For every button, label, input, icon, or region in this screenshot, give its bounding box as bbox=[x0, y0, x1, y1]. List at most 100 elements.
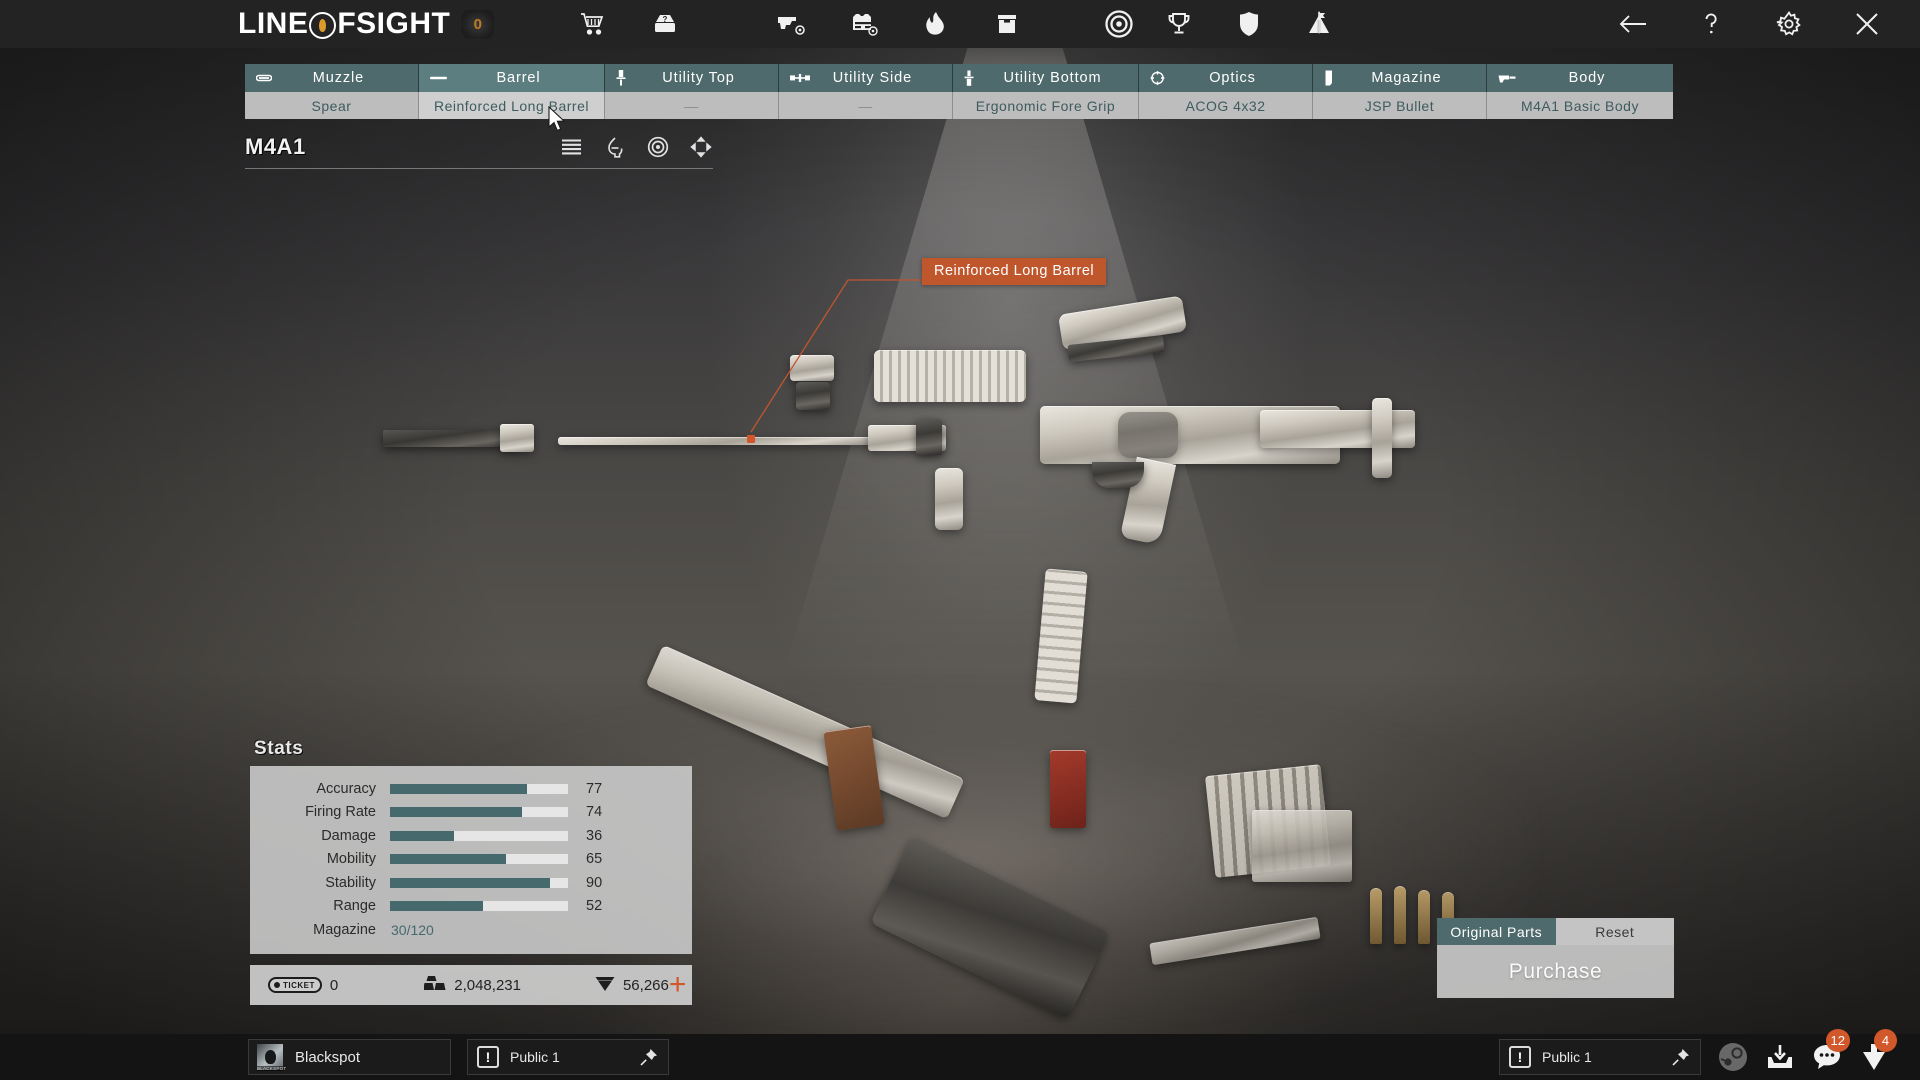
attachment-slot-magazine[interactable]: Magazine JSP Bullet bbox=[1312, 64, 1487, 119]
scene-prop-crate bbox=[1252, 810, 1352, 882]
camp-icon[interactable] bbox=[1302, 7, 1336, 41]
slot-title: Utility Top bbox=[662, 70, 735, 86]
sight-icon[interactable] bbox=[645, 135, 670, 160]
slot-header-barrel[interactable]: Barrel bbox=[418, 64, 606, 92]
channel-chip-left[interactable]: ! Public 1 bbox=[467, 1039, 669, 1075]
attachment-slot-barrel[interactable]: Barrel Reinforced Long Barrel bbox=[418, 64, 606, 119]
stat-value: 30/120 bbox=[391, 921, 434, 938]
chat-icon[interactable]: 12 bbox=[1811, 1029, 1850, 1073]
friends-icon[interactable]: 4 bbox=[1858, 1029, 1897, 1073]
scene-prop-ammo-box-2 bbox=[1050, 750, 1086, 828]
slot-value[interactable]: Spear bbox=[245, 92, 419, 119]
nav-group-social bbox=[1162, 7, 1336, 41]
pin-icon[interactable] bbox=[640, 1048, 658, 1066]
slot-value[interactable]: Ergonomic Fore Grip bbox=[952, 92, 1140, 119]
settings-gear-icon[interactable] bbox=[1772, 7, 1806, 41]
slot-header-utility-side[interactable]: Utility Side bbox=[778, 64, 953, 92]
stat-value: 65 bbox=[586, 851, 603, 868]
stat-bar-fill bbox=[390, 854, 506, 865]
slot-header-utility-bottom[interactable]: Utility Bottom bbox=[952, 64, 1140, 92]
attachment-slot-utility-bottom[interactable]: Utility Bottom Ergonomic Fore Grip bbox=[952, 64, 1140, 119]
scene-prop-bandolier bbox=[1204, 764, 1332, 878]
pin-icon[interactable] bbox=[1672, 1048, 1690, 1066]
attachment-slot-utility-top[interactable]: Utility Top — bbox=[605, 64, 779, 119]
inventory-box-icon[interactable] bbox=[990, 7, 1024, 41]
slot-header-body[interactable]: Body bbox=[1486, 64, 1674, 92]
close-icon[interactable] bbox=[1850, 7, 1884, 41]
scene-prop-ammo-box-1 bbox=[823, 725, 885, 831]
gold-value: 2,048,231 bbox=[454, 976, 521, 994]
currency-ticket: TICKET 0 bbox=[268, 977, 338, 994]
stat-row-accuracy: Accuracy 77 bbox=[250, 777, 692, 801]
steam-icon[interactable] bbox=[1717, 1041, 1749, 1073]
attachment-slot-muzzle[interactable]: Muzzle Spear bbox=[245, 64, 419, 119]
stat-bar bbox=[390, 854, 568, 865]
weapon-name: M4A1 bbox=[245, 134, 306, 159]
stat-label: Accuracy bbox=[316, 780, 376, 797]
game-window: LINE F SIGHT 0 ? Muzzle Spear Barrel Rei… bbox=[0, 0, 1920, 1080]
slot-header-optics[interactable]: Optics bbox=[1139, 64, 1313, 92]
stat-bar-fill bbox=[390, 877, 551, 888]
weapon-customize-icon[interactable] bbox=[774, 7, 808, 41]
list-view-icon[interactable] bbox=[559, 135, 584, 160]
blackspot-logo-caption: BLACKSPOT bbox=[257, 1066, 287, 1071]
tab-reset[interactable]: Reset bbox=[1555, 918, 1674, 945]
slot-value[interactable]: Reinforced Long Barrel bbox=[418, 92, 606, 119]
window-controls bbox=[1616, 7, 1884, 41]
top-navigation-bar: LINE F SIGHT 0 ? bbox=[0, 0, 1920, 48]
attachment-slot-optics[interactable]: Optics ACOG 4x32 bbox=[1139, 64, 1313, 119]
slot-value[interactable]: — bbox=[778, 92, 953, 119]
attachment-slot-utility-side[interactable]: Utility Side — bbox=[778, 64, 953, 119]
weapon-part-barrel-block bbox=[868, 425, 946, 451]
slot-value[interactable]: ACOG 4x32 bbox=[1139, 92, 1313, 119]
slot-header-magazine[interactable]: Magazine bbox=[1312, 64, 1487, 92]
optics-icon bbox=[1150, 71, 1165, 86]
slot-value[interactable]: M4A1 Basic Body bbox=[1486, 92, 1674, 119]
logo-level-badge: 0 bbox=[461, 9, 495, 39]
nav-group-missions bbox=[1102, 7, 1136, 41]
paint-icon[interactable] bbox=[602, 135, 627, 160]
app-logo-text: LINE F SIGHT bbox=[238, 7, 450, 41]
shield-icon[interactable] bbox=[1232, 7, 1266, 41]
body-icon bbox=[1498, 73, 1516, 84]
ticket-icon: TICKET bbox=[268, 977, 322, 993]
cart-icon[interactable] bbox=[576, 7, 610, 41]
logo-flame-ring-icon bbox=[309, 11, 337, 39]
trophy-icon[interactable] bbox=[1162, 7, 1196, 41]
tab-original-parts[interactable]: Original Parts bbox=[1437, 918, 1556, 945]
stat-value: 74 bbox=[586, 804, 603, 821]
purchase-button[interactable]: Purchase bbox=[1437, 945, 1674, 998]
currency-gem: 56,266 bbox=[595, 975, 669, 996]
move-icon[interactable] bbox=[688, 135, 713, 160]
weapon-tool-buttons bbox=[559, 135, 713, 160]
weapon-part-gas-block bbox=[916, 419, 942, 455]
slot-header-utility-top[interactable]: Utility Top bbox=[605, 64, 779, 92]
add-currency-button[interactable]: + bbox=[669, 970, 687, 1000]
slot-value[interactable]: JSP Bullet bbox=[1312, 92, 1487, 119]
back-arrow-icon[interactable] bbox=[1616, 7, 1650, 41]
flame-icon[interactable] bbox=[918, 7, 952, 41]
magazine-icon bbox=[1324, 70, 1334, 86]
slot-header-muzzle[interactable]: Muzzle bbox=[245, 64, 419, 92]
weapon-part-utility-top-b bbox=[796, 382, 830, 410]
gold-bars-icon bbox=[423, 975, 446, 996]
app-logo[interactable]: LINE F SIGHT 0 bbox=[238, 7, 495, 41]
stat-value: 52 bbox=[586, 898, 603, 915]
mystery-box-icon[interactable]: ? bbox=[648, 7, 682, 41]
stat-row-stability: Stability 90 bbox=[250, 871, 692, 895]
alert-icon: ! bbox=[1509, 1046, 1531, 1068]
nav-group-shop: ? bbox=[576, 7, 682, 41]
stats-panel-wrapper: Stats Accuracy 77 Firing Rate 74 Damage bbox=[250, 738, 692, 954]
download-icon[interactable] bbox=[1764, 1041, 1796, 1073]
target-icon[interactable] bbox=[1102, 7, 1136, 41]
gear-customize-icon[interactable] bbox=[846, 7, 880, 41]
channel-chip-right[interactable]: ! Public 1 bbox=[1499, 1039, 1701, 1075]
slot-value[interactable]: — bbox=[605, 92, 779, 119]
blackspot-app-chip[interactable]: BLACKSPOT Blackspot bbox=[248, 1039, 451, 1075]
utility-top-icon bbox=[616, 70, 626, 86]
purchase-button-label: Purchase bbox=[1508, 959, 1603, 983]
attachment-slot-body[interactable]: Body M4A1 Basic Body bbox=[1486, 64, 1674, 119]
help-icon[interactable] bbox=[1694, 7, 1728, 41]
stat-bar bbox=[390, 807, 568, 818]
alert-icon: ! bbox=[477, 1046, 499, 1068]
